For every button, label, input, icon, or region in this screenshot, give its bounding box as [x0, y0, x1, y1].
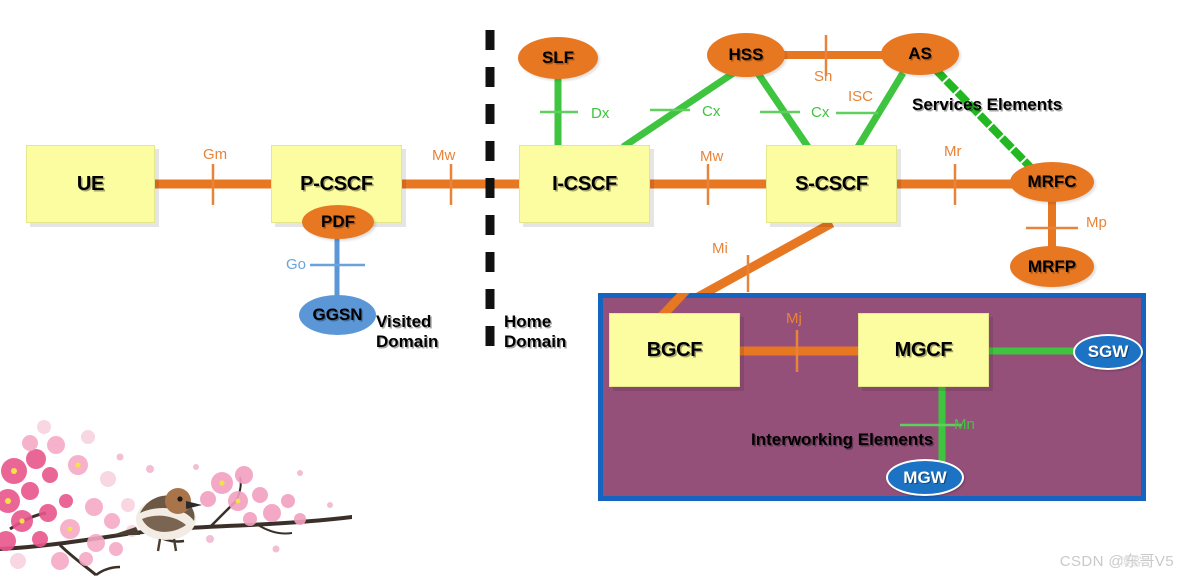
node-icscf-label: I-CSCF	[552, 172, 617, 195]
watermark-primary: CSDN @东哥V5	[1059, 553, 1174, 570]
node-sgw[interactable]: SGW	[1073, 334, 1143, 370]
watermark-secondary: 博客	[1119, 556, 1143, 568]
node-pdf[interactable]: PDF	[302, 205, 374, 239]
home-domain-line1: Home	[504, 312, 552, 331]
label-go: Go	[286, 256, 307, 273]
node-bgcf[interactable]: BGCF	[609, 313, 740, 387]
node-mrfc-label: MRFC	[1027, 172, 1077, 191]
label-mw2: Mw	[700, 148, 724, 165]
node-slf[interactable]: SLF	[518, 37, 598, 79]
diagram-canvas: UE P-CSCF I-CSCF S-CSCF BGCF MGCF PDF SL…	[0, 0, 1184, 579]
link-isc	[855, 71, 906, 149]
node-as[interactable]: AS	[881, 33, 959, 75]
link-cx2	[754, 70, 811, 149]
node-mrfp-label: MRFP	[1027, 256, 1077, 276]
node-ue-label: UE	[76, 172, 105, 195]
label-dx: Dx	[591, 105, 610, 122]
node-scscf-label: S-CSCF	[795, 172, 868, 195]
node-ue[interactable]: UE	[26, 145, 155, 223]
visited-domain-line2: Domain	[376, 331, 439, 351]
node-mgw[interactable]: MGW	[886, 459, 964, 496]
plum-blossom-decoration	[0, 420, 352, 577]
node-mrfp[interactable]: MRFP	[1010, 246, 1094, 287]
node-icscf[interactable]: I-CSCF	[519, 145, 650, 223]
label-cx1: Cx	[702, 103, 721, 120]
home-domain-line2: Domain	[504, 331, 567, 351]
label-cx2: Cx	[811, 104, 830, 121]
label-sh: Sh	[814, 68, 833, 85]
node-hss[interactable]: HSS	[707, 33, 785, 77]
label-mw1: Mw	[432, 147, 456, 164]
node-sgw-label: SGW	[1087, 342, 1129, 361]
label-gm: Gm	[203, 146, 228, 163]
node-scscf[interactable]: S-CSCF	[766, 145, 897, 223]
node-ggsn-label: GGSN	[312, 305, 363, 324]
label-interworking-elements: Interworking Elements	[751, 430, 934, 449]
visited-domain-line1: Visited	[376, 312, 432, 331]
watermark: CSDN @东哥V5 博客	[1060, 550, 1174, 571]
label-mj: Mj	[786, 310, 802, 327]
node-hss-label: HSS	[728, 45, 764, 64]
node-mgcf-label: MGCF	[894, 338, 953, 361]
node-as-label: AS	[908, 44, 932, 63]
node-mrfc[interactable]: MRFC	[1010, 162, 1094, 202]
label-home-domain: Home Domain	[504, 312, 566, 351]
label-visited-domain: Visited Domain	[376, 312, 438, 351]
node-pcscf-label: P-CSCF	[300, 172, 373, 195]
node-ggsn[interactable]: GGSN	[299, 295, 376, 335]
label-mi: Mi	[712, 240, 728, 257]
label-mp: Mp	[1086, 214, 1107, 231]
label-services-elements: Services Elements	[912, 95, 1063, 114]
label-mn: Mn	[954, 416, 975, 433]
node-bgcf-label: BGCF	[646, 338, 703, 361]
label-mr: Mr	[944, 143, 962, 160]
node-slf-label: SLF	[541, 48, 575, 67]
label-isc: ISC	[848, 88, 874, 105]
node-mgcf[interactable]: MGCF	[858, 313, 989, 387]
node-mgw-label: MGW	[903, 467, 947, 487]
node-pdf-label: PDF	[321, 212, 355, 231]
